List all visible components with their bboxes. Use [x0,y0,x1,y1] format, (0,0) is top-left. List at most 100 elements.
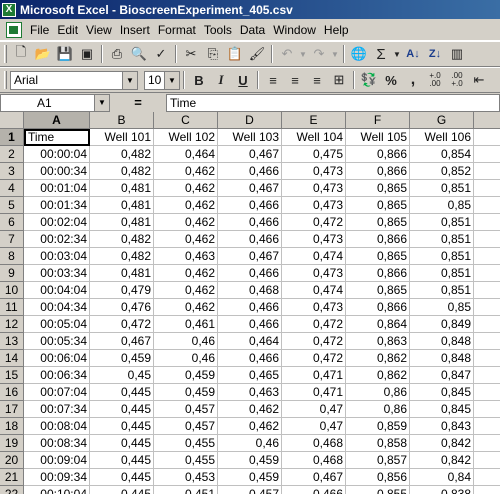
data-cell[interactable]: 0,86 [346,401,410,418]
data-cell[interactable]: 0,473 [282,231,346,248]
data-cell[interactable]: 0,849 [410,316,474,333]
data-cell[interactable]: 0,459 [218,469,282,486]
row-header[interactable]: 2 [0,146,24,163]
italic-button[interactable]: I [210,69,232,91]
font-size-select[interactable]: 10 ▼ [144,70,180,90]
new-icon[interactable]: 🗋 [10,43,32,65]
row-header[interactable]: 15 [0,367,24,384]
row-header[interactable]: 3 [0,163,24,180]
redo-icon[interactable]: ↷ [308,43,330,65]
row-header[interactable]: 11 [0,299,24,316]
data-cell[interactable]: 0,455 [154,452,218,469]
data-cell[interactable]: 0,857 [346,452,410,469]
data-cell[interactable] [474,469,500,486]
data-cell[interactable]: 0,838 [410,486,474,494]
decrease-decimal-button[interactable]: .00 +.0 [446,69,468,91]
data-cell[interactable]: 0,46 [154,350,218,367]
data-cell[interactable]: 0,473 [282,299,346,316]
print-preview-icon[interactable]: 🔍 [128,43,150,65]
data-cell[interactable] [474,350,500,367]
data-cell[interactable]: 0,462 [154,231,218,248]
currency-icon[interactable]: 💱 [358,69,380,91]
align-right-icon[interactable]: ≡ [306,69,328,91]
data-cell[interactable]: 0,851 [410,282,474,299]
data-cell[interactable]: 0,466 [218,214,282,231]
data-cell[interactable]: 0,855 [346,486,410,494]
data-cell[interactable]: 0,859 [346,418,410,435]
data-cell[interactable]: 00:06:34 [24,367,90,384]
data-cell[interactable]: 00:07:34 [24,401,90,418]
align-left-icon[interactable]: ≡ [262,69,284,91]
chevron-down-icon[interactable]: ▼ [122,71,137,89]
data-cell[interactable]: 0,848 [410,333,474,350]
data-cell[interactable]: 0,463 [154,248,218,265]
data-cell[interactable]: 0,467 [90,333,154,350]
data-cell[interactable]: 0,845 [410,401,474,418]
underline-button[interactable]: U [232,69,254,91]
row-header[interactable]: 16 [0,384,24,401]
data-cell[interactable]: 0,466 [218,316,282,333]
data-cell[interactable]: 0,457 [218,486,282,494]
data-cell[interactable]: 0,865 [346,180,410,197]
data-cell[interactable] [474,197,500,214]
row-header[interactable]: 21 [0,469,24,486]
data-cell[interactable]: 0,453 [154,469,218,486]
data-cell[interactable]: 00:06:04 [24,350,90,367]
column-header-c[interactable]: C [154,112,218,129]
data-cell[interactable] [474,231,500,248]
data-cell[interactable]: 0,465 [218,367,282,384]
data-cell[interactable]: 0,466 [218,299,282,316]
autosum-dropdown-icon[interactable]: ▼ [392,43,402,65]
redo-dropdown-icon[interactable]: ▼ [330,43,340,65]
data-cell[interactable]: 0,467 [218,248,282,265]
data-cell[interactable]: 0,848 [410,350,474,367]
data-cell[interactable]: 0,85 [410,299,474,316]
column-header-h[interactable]: H [474,112,500,129]
data-cell[interactable]: 0,472 [282,350,346,367]
data-cell[interactable]: 0,482 [90,146,154,163]
data-cell[interactable]: 0,865 [346,248,410,265]
workbook-icon[interactable] [6,21,22,38]
data-cell[interactable]: 0,457 [154,401,218,418]
menu-tools[interactable]: Tools [202,23,238,37]
data-cell[interactable]: 0,851 [410,231,474,248]
row-header[interactable]: 12 [0,316,24,333]
data-cell[interactable]: 0,856 [346,469,410,486]
data-cell[interactable]: 0,473 [282,265,346,282]
data-cell[interactable]: 0,843 [410,418,474,435]
data-cell[interactable]: 0,445 [90,452,154,469]
data-cell[interactable]: 0,84 [410,469,474,486]
data-cell[interactable]: 0,842 [410,452,474,469]
data-cell[interactable]: 0,474 [282,282,346,299]
format-painter-icon[interactable]: 🖌 [246,43,268,65]
data-cell[interactable]: 0,482 [90,231,154,248]
menu-edit[interactable]: Edit [55,23,84,37]
row-header[interactable]: 20 [0,452,24,469]
data-cell[interactable]: 0,464 [218,333,282,350]
data-cell[interactable]: 0,865 [346,214,410,231]
data-cell[interactable] [474,401,500,418]
data-cell[interactable]: 0,472 [90,316,154,333]
data-cell[interactable]: 0,471 [282,367,346,384]
data-cell[interactable] [474,418,500,435]
data-cell[interactable] [474,214,500,231]
header-cell[interactable]: Well 105 [346,129,410,146]
menu-format[interactable]: Format [156,23,202,37]
row-header[interactable]: 9 [0,265,24,282]
data-cell[interactable]: 0,467 [218,146,282,163]
data-cell[interactable]: 0,459 [154,384,218,401]
data-cell[interactable]: 00:09:34 [24,469,90,486]
header-cell[interactable]: Well 101 [90,129,154,146]
data-cell[interactable]: 0,482 [90,248,154,265]
print-icon[interactable]: ⎙ [106,43,128,65]
chevron-down-icon[interactable]: ▼ [164,71,179,89]
data-cell[interactable]: 0,481 [90,214,154,231]
column-header-g[interactable]: G [410,112,474,129]
data-cell[interactable]: 0,851 [410,180,474,197]
data-cell[interactable]: 0,851 [410,214,474,231]
header-cell[interactable]: Well [474,129,500,146]
column-header-f[interactable]: F [346,112,410,129]
data-cell[interactable] [474,452,500,469]
data-cell[interactable]: 0,854 [410,146,474,163]
data-cell[interactable]: 0,862 [346,367,410,384]
